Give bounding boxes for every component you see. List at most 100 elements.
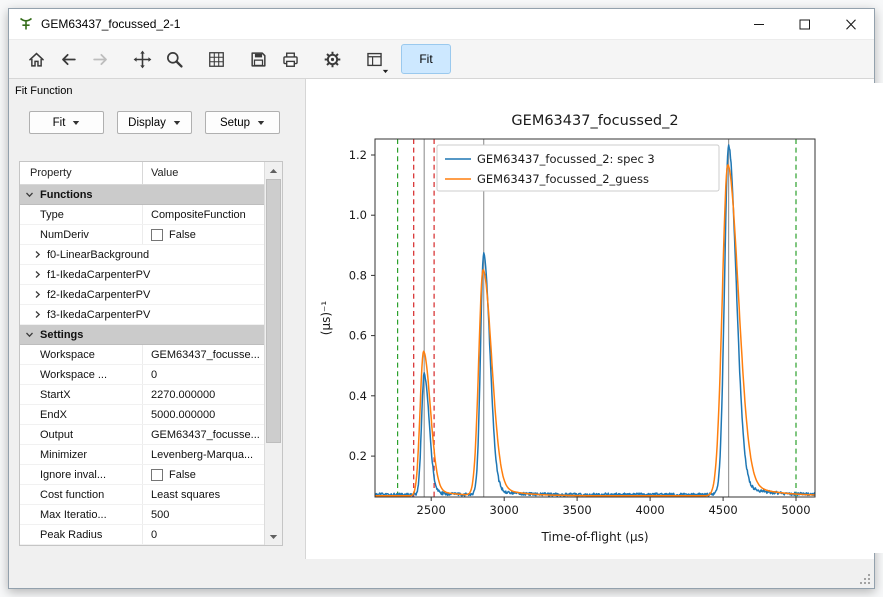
function-row-f3-ikedacarpenterpv[interactable]: f3-IkedaCarpenterPV bbox=[20, 305, 265, 325]
x-tick-label: 3000 bbox=[490, 503, 519, 517]
chevron-right-icon[interactable] bbox=[33, 250, 42, 259]
property-value[interactable]: 5000.000000 bbox=[142, 405, 265, 424]
dropdown-arrow-icon[interactable] bbox=[382, 69, 389, 74]
chevron-right-icon[interactable] bbox=[33, 310, 42, 319]
property-value[interactable]: 2270.000000 bbox=[142, 385, 265, 404]
property-row-cost-function[interactable]: Cost functionLeast squares bbox=[20, 485, 265, 505]
resize-grip[interactable] bbox=[858, 572, 872, 586]
back-icon bbox=[59, 50, 78, 69]
property-row-peak-radius[interactable]: Peak Radius0 bbox=[20, 525, 265, 545]
chevron-right-icon[interactable] bbox=[33, 270, 42, 279]
home-button[interactable] bbox=[21, 44, 51, 74]
property-name: Workspace ... bbox=[20, 369, 142, 381]
forward-icon bbox=[91, 50, 110, 69]
property-name: Type bbox=[20, 209, 142, 221]
property-row-startx[interactable]: StartX2270.000000 bbox=[20, 385, 265, 405]
property-value[interactable]: 0 bbox=[142, 365, 265, 384]
property-value[interactable]: GEM63437_focusse... bbox=[142, 425, 265, 444]
zoom-button[interactable] bbox=[159, 44, 189, 74]
chevron-down-icon bbox=[72, 120, 80, 126]
function-row-f2-ikedacarpenterpv[interactable]: f2-IkedaCarpenterPV bbox=[20, 285, 265, 305]
scroll-up-icon[interactable] bbox=[265, 162, 282, 179]
property-value[interactable]: 500 bbox=[142, 505, 265, 524]
maximize-button[interactable] bbox=[782, 9, 828, 39]
property-row-endx[interactable]: EndX5000.000000 bbox=[20, 405, 265, 425]
pan-button[interactable] bbox=[127, 44, 157, 74]
scroll-down-icon[interactable] bbox=[265, 528, 282, 545]
x-axis-label: Time-of-flight (μs) bbox=[540, 530, 648, 544]
titlebar[interactable]: GEM63437_focussed_2-1 bbox=[9, 9, 874, 40]
column-header-value: Value bbox=[142, 162, 265, 184]
property-value[interactable]: False bbox=[142, 465, 265, 484]
plot-legend[interactable]: GEM63437_focussed_2: spec 3GEM63437_focu… bbox=[437, 145, 719, 191]
chevron-down-icon bbox=[173, 120, 181, 126]
chevron-down-icon bbox=[257, 120, 265, 126]
property-value[interactable]: GEM63437_focusse... bbox=[142, 345, 265, 364]
scrollbar-thumb[interactable] bbox=[266, 179, 281, 443]
property-value[interactable]: CompositeFunction bbox=[142, 205, 265, 224]
property-row-workspace[interactable]: WorkspaceGEM63437_focusse... bbox=[20, 345, 265, 365]
property-row-output[interactable]: OutputGEM63437_focusse... bbox=[20, 425, 265, 445]
fit-menu-button[interactable]: Fit bbox=[29, 111, 104, 134]
property-row-type[interactable]: TypeCompositeFunction bbox=[20, 205, 265, 225]
window-controls bbox=[736, 9, 874, 39]
chevron-down-icon[interactable] bbox=[25, 330, 34, 339]
property-row-ignore-inval[interactable]: Ignore inval...False bbox=[20, 465, 265, 485]
save-button[interactable] bbox=[243, 44, 273, 74]
function-name: f2-IkedaCarpenterPV bbox=[47, 289, 150, 301]
x-tick-label: 5000 bbox=[781, 503, 810, 517]
setup-menu-button[interactable]: Setup bbox=[205, 111, 280, 134]
chevron-right-icon[interactable] bbox=[33, 290, 42, 299]
property-value[interactable]: False bbox=[142, 225, 265, 244]
fit-preview-plot[interactable]: 2500300035004000450050000.20.40.60.81.01… bbox=[308, 83, 883, 553]
x-tick-label: 4500 bbox=[708, 503, 737, 517]
function-row-f0-linearbackground[interactable]: f0-LinearBackground bbox=[20, 245, 265, 265]
main-area: Fit Function FitDisplaySetup Property Va… bbox=[9, 78, 874, 588]
x-tick-label: 4000 bbox=[635, 503, 664, 517]
property-row-numderiv[interactable]: NumDerivFalse bbox=[20, 225, 265, 245]
property-name: Workspace bbox=[20, 349, 142, 361]
print-button[interactable] bbox=[275, 44, 305, 74]
property-row-workspace[interactable]: Workspace ...0 bbox=[20, 365, 265, 385]
customize-button[interactable] bbox=[317, 44, 347, 74]
forward-button[interactable] bbox=[85, 44, 115, 74]
grid-button[interactable] bbox=[201, 44, 231, 74]
button-label: Setup bbox=[220, 117, 250, 129]
button-label: Fit bbox=[53, 117, 66, 129]
display-menu-button[interactable]: Display bbox=[117, 111, 192, 134]
property-value[interactable]: 0 bbox=[142, 525, 265, 544]
checkbox[interactable] bbox=[151, 469, 163, 481]
table-header: Property Value bbox=[20, 162, 265, 185]
property-row-max-iteratio[interactable]: Max Iteratio...500 bbox=[20, 505, 265, 525]
table-scrollbar[interactable] bbox=[264, 162, 282, 545]
app-window: GEM63437_focussed_2-1 Fit Fit Function F… bbox=[8, 8, 875, 589]
desktop: GEM63437_focussed_2-1 Fit Fit Function F… bbox=[0, 0, 883, 597]
fit-function-dock: Fit Function FitDisplaySetup Property Va… bbox=[9, 79, 297, 588]
checkbox[interactable] bbox=[151, 229, 163, 241]
x-tick-label: 2500 bbox=[417, 503, 446, 517]
close-button[interactable] bbox=[828, 9, 874, 39]
legend-label: GEM63437_focussed_2_guess bbox=[477, 172, 649, 186]
minimize-button[interactable] bbox=[736, 9, 782, 39]
plot-area[interactable]: 2500300035004000450050000.20.40.60.81.01… bbox=[305, 79, 874, 559]
section-functions[interactable]: Functions bbox=[20, 185, 265, 205]
y-tick-label: 0.8 bbox=[349, 268, 367, 282]
save-icon bbox=[249, 50, 268, 69]
fit-button[interactable]: Fit bbox=[401, 44, 451, 74]
plot-toolbar: Fit bbox=[9, 40, 874, 78]
generate-script-button[interactable] bbox=[359, 44, 389, 74]
print-icon bbox=[281, 50, 300, 69]
back-button[interactable] bbox=[53, 44, 83, 74]
property-row-minimizer[interactable]: MinimizerLevenberg-Marqua... bbox=[20, 445, 265, 465]
customize-icon bbox=[323, 50, 342, 69]
x-tick-label: 3500 bbox=[562, 503, 591, 517]
dock-splitter[interactable] bbox=[297, 79, 305, 588]
chevron-down-icon[interactable] bbox=[25, 190, 34, 199]
home-icon bbox=[27, 50, 46, 69]
property-value[interactable]: Least squares bbox=[142, 485, 265, 504]
y-tick-label: 0.4 bbox=[349, 389, 367, 403]
function-row-f1-ikedacarpenterpv[interactable]: f1-IkedaCarpenterPV bbox=[20, 265, 265, 285]
section-settings[interactable]: Settings bbox=[20, 325, 265, 345]
property-value[interactable]: Levenberg-Marqua... bbox=[142, 445, 265, 464]
section-label: Functions bbox=[40, 189, 93, 201]
